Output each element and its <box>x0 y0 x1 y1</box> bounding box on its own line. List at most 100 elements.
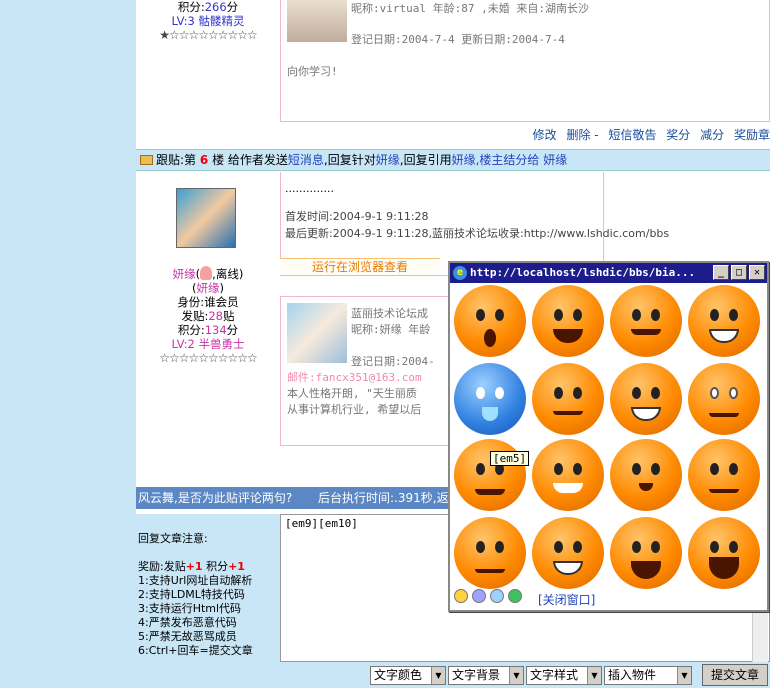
rule-3: 3:支持运行Html代码 <box>138 602 242 615</box>
folder-icon <box>140 155 153 165</box>
prev-stars: ★☆☆☆☆☆☆☆☆☆ <box>159 28 258 42</box>
insert-label: 插入物件 <box>608 668 657 682</box>
chevron-down-icon: ▼ <box>431 667 445 684</box>
small-emoticon-2[interactable] <box>472 589 486 603</box>
profile-line2: 登记日期:2004- <box>351 355 435 368</box>
prev-score-unit: 分 <box>226 0 239 14</box>
emoticon-em5[interactable] <box>454 363 526 435</box>
score-label: 积分: <box>177 323 205 337</box>
sms-link[interactable]: 短消息 <box>288 153 324 167</box>
font-color-select[interactable]: 文字颜色 ▼ <box>370 666 446 685</box>
ie-icon: e <box>453 266 467 280</box>
reward-score-label: 积分 <box>206 560 229 573</box>
message-dots: .............. <box>285 182 334 195</box>
prev-score-label: 积分 <box>177 0 201 14</box>
user-stars: ☆☆☆☆☆☆☆☆☆☆ <box>159 351 258 365</box>
reward-label: 奖励:发贴 <box>138 560 186 573</box>
emoticon-em4[interactable] <box>688 285 760 357</box>
emoticon-em14[interactable] <box>532 517 604 589</box>
comment-prompt: 风云舞,是否为此贴评论两句? <box>138 491 293 505</box>
settle-link[interactable]: ,楼主结分给 <box>476 153 540 167</box>
prev-signature: 向你学习! <box>287 65 338 78</box>
submit-label: 提交文章 <box>710 668 759 682</box>
emoticon-em8[interactable] <box>688 363 760 435</box>
emoticon-em2[interactable] <box>532 285 604 357</box>
emoticon-em3[interactable] <box>610 285 682 357</box>
reward-plus: +1 <box>185 560 203 573</box>
minimize-icon[interactable]: _ <box>713 265 729 280</box>
deduct-link[interactable]: 减分 <box>700 128 724 142</box>
floor-quote: ,回复引用 <box>399 153 452 167</box>
submit-button[interactable]: 提交文章 <box>702 664 768 686</box>
posts-label: 发贴: <box>181 309 209 323</box>
run-button-label: 运行在浏览器查看 <box>311 260 408 274</box>
insert-object-select[interactable]: 插入物件 ▼ <box>604 666 692 685</box>
small-emoticons <box>454 589 526 606</box>
emoticon-em10[interactable] <box>532 439 604 511</box>
close-window-link[interactable]: [关闭窗口] <box>538 591 595 608</box>
popup-title: http://localhost/lshdic/bbs/bia... <box>470 266 696 279</box>
rule-1: 1:支持Url网址自动解析 <box>138 574 253 587</box>
reply-content: [em9][em10] <box>285 517 358 530</box>
user-avatar <box>176 188 236 248</box>
quote-user-link[interactable]: 妍缘 <box>452 153 476 167</box>
font-bg-select[interactable]: 文字背景 ▼ <box>448 666 524 685</box>
medal-link[interactable]: 奖励章 <box>734 128 770 142</box>
rule-5: 5:严禁无故恶骂成员 <box>138 630 237 643</box>
profile-avatar <box>287 303 347 363</box>
emoticon-em1[interactable] <box>454 285 526 357</box>
floor-prefix: 跟贴:第 <box>156 153 197 167</box>
floor-number: 6 <box>199 153 209 167</box>
emoticon-em13[interactable] <box>454 517 526 589</box>
small-emoticon-4[interactable] <box>508 589 522 603</box>
user-alias: 妍缘 <box>196 281 220 295</box>
profile-line1: 昵称:妍缘 年龄 <box>351 323 431 336</box>
reward-link[interactable]: 奖分 <box>666 128 690 142</box>
post-actions: 修改 删除 - 短信敬告 奖分 减分 奖励章 <box>532 128 770 142</box>
chevron-down-icon: ▼ <box>509 667 523 684</box>
close-icon[interactable]: ✕ <box>749 265 765 280</box>
delete-link[interactable]: 删除 <box>566 128 590 142</box>
run-in-browser-button[interactable]: 运行在浏览器查看 <box>280 258 440 276</box>
emoticon-em12[interactable] <box>688 439 760 511</box>
post-time: 首发时间:2004-9-1 9:11:28 <box>285 210 429 223</box>
emoticon-em15[interactable] <box>610 517 682 589</box>
emoticon-em16[interactable] <box>688 517 760 589</box>
left-sidebar <box>0 0 136 688</box>
emoticon-tooltip: [em5] <box>490 451 530 466</box>
emoticon-em7[interactable] <box>610 363 682 435</box>
profile-email[interactable]: 邮件:fancx351@163.com <box>287 369 422 385</box>
profile-bio2: 从事计算机行业, 希望以后 <box>287 403 422 416</box>
popup-titlebar[interactable]: e http://localhost/lshdic/bbs/bia... _ □… <box>450 263 767 283</box>
font-style-select[interactable]: 文字样式 ▼ <box>526 666 602 685</box>
prev-user-info: 积分:266分 LV:3 骷髅精灵 ★☆☆☆☆☆☆☆☆☆ <box>136 0 280 42</box>
chevron-down-icon: ▼ <box>677 667 691 684</box>
user-status-icon <box>200 266 213 280</box>
user-score: 134 <box>204 323 227 337</box>
font-style-label: 文字样式 <box>530 668 579 682</box>
prev-avatar <box>287 0 347 42</box>
warn-link[interactable]: 短信敬告 <box>608 128 656 142</box>
rule-2: 2:支持LDML特技代码 <box>138 588 245 601</box>
rule-4: 4:严禁发布恶意代码 <box>138 616 237 629</box>
profile-line0: 蓝丽技术论坛成 <box>351 307 428 320</box>
emoticon-em9[interactable] <box>454 439 526 511</box>
exec-time: 后台执行时间:.391秒,返 <box>318 491 449 505</box>
posts-unit: 贴 <box>223 309 235 323</box>
settle-user-link[interactable]: 妍缘 <box>543 153 567 167</box>
user-name[interactable]: 妍缘 <box>173 267 196 281</box>
user-level: LV:2 半兽勇士 <box>171 337 245 351</box>
score-unit: 分 <box>226 323 239 337</box>
emoticon-em11[interactable] <box>610 439 682 511</box>
user-status: 离线 <box>215 267 239 281</box>
small-emoticon-1[interactable] <box>454 589 468 603</box>
small-emoticon-3[interactable] <box>490 589 504 603</box>
maximize-icon[interactable]: □ <box>731 265 747 280</box>
prev-level: LV:3 骷髅精灵 <box>171 14 245 28</box>
reply-user-link[interactable]: 妍缘 <box>376 153 400 167</box>
emoticon-em6[interactable] <box>532 363 604 435</box>
chevron-down-icon: ▼ <box>587 667 601 684</box>
font-bg-label: 文字背景 <box>452 668 501 682</box>
update-info: 最后更新:2004-9-1 9:11:28,蓝丽技术论坛收录:http://ww… <box>285 227 670 240</box>
edit-link[interactable]: 修改 <box>533 128 557 142</box>
